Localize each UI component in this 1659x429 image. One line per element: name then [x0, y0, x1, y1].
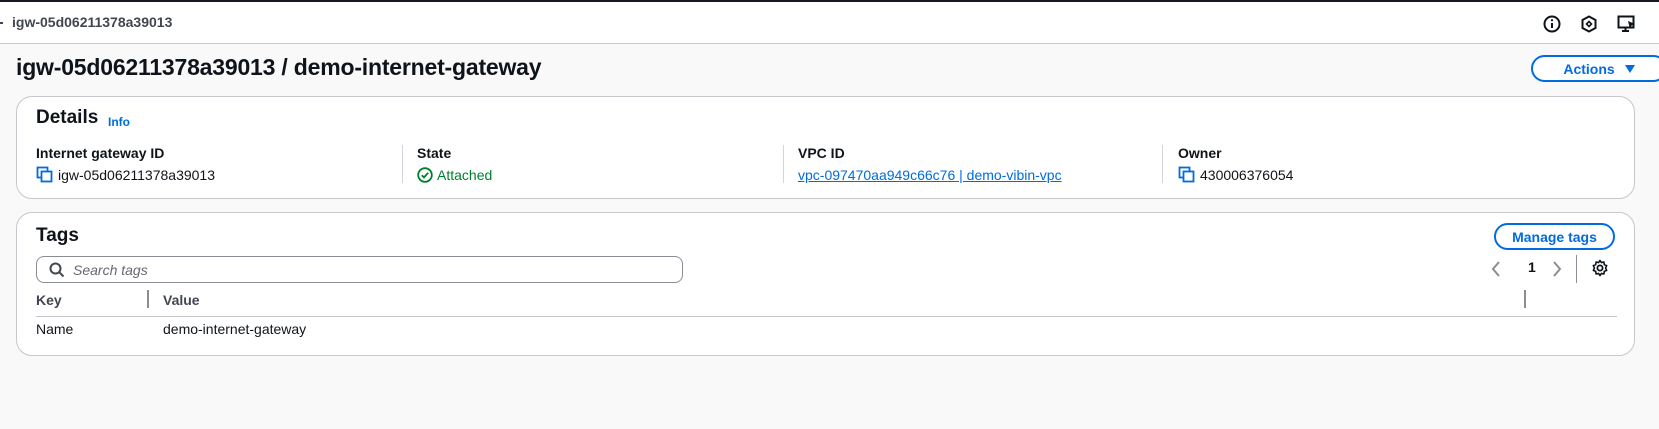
caret-down-icon [1624, 64, 1635, 73]
details-title: Details [36, 107, 99, 128]
security-shield-icon[interactable] [1579, 14, 1599, 34]
state-field: State Attached [417, 145, 492, 185]
state-label: State [417, 145, 452, 161]
vpc-id-link[interactable]: vpc-097470aa949c66c76 | demo-vibin-vpc [798, 167, 1062, 183]
column-resize-handle[interactable] [147, 290, 149, 308]
column-header-key[interactable]: Key [36, 292, 62, 308]
table-header-divider [36, 316, 1617, 317]
info-circle-icon[interactable] [1542, 14, 1562, 34]
state-value: Attached [437, 167, 493, 183]
owner-field: Owner 430006376054 [1178, 145, 1293, 185]
details-panel: Details Info Internet gateway ID igw-05d… [16, 96, 1635, 199]
vpc-id-label: VPC ID [798, 145, 845, 161]
manage-tags-button[interactable]: Manage tags [1494, 223, 1615, 250]
pager-divider [1576, 255, 1577, 283]
feedback-icon[interactable] [1617, 14, 1637, 34]
page-title: igw-05d06211378a39013 / demo-internet-ga… [16, 54, 542, 80]
search-tags-input[interactable] [73, 261, 633, 278]
actions-button[interactable]: Actions [1531, 55, 1659, 82]
tags-title: Tags [36, 225, 79, 246]
page-number[interactable]: 1 [1528, 259, 1536, 275]
breadcrumb-marker [0, 22, 3, 24]
column-divider [783, 145, 784, 183]
chevron-left-icon[interactable] [1490, 259, 1502, 279]
gateway-id-label: Internet gateway ID [36, 145, 165, 161]
column-divider [1162, 145, 1163, 183]
details-info-link[interactable]: Info [108, 115, 130, 129]
column-divider [402, 145, 403, 183]
gateway-id-field: Internet gateway ID igw-05d06211378a3901… [36, 145, 215, 185]
owner-value: 430006376054 [1200, 167, 1294, 183]
column-resize-handle[interactable] [1524, 290, 1526, 308]
chevron-right-icon[interactable] [1551, 259, 1563, 279]
copy-icon[interactable] [36, 166, 54, 184]
column-header-value[interactable]: Value [163, 292, 200, 308]
tag-key-cell: Name [36, 321, 74, 337]
check-circle-icon [417, 167, 433, 183]
tags-panel: Tags Manage tags 1 Key Value Name demo-i… [16, 212, 1635, 356]
tag-value-cell: demo-internet-gateway [163, 321, 307, 337]
copy-icon[interactable] [1178, 166, 1196, 184]
vpc-id-field: VPC ID vpc-097470aa949c66c76 | demo-vibi… [798, 145, 1062, 185]
search-tags-field[interactable] [36, 256, 683, 283]
top-bar: igw-05d06211378a39013 [0, 2, 1659, 44]
gear-icon[interactable] [1591, 259, 1609, 277]
breadcrumb[interactable]: igw-05d06211378a39013 [12, 14, 172, 30]
actions-button-label: Actions [1563, 60, 1615, 77]
search-icon [49, 262, 65, 278]
owner-label: Owner [1178, 145, 1222, 161]
gateway-id-value: igw-05d06211378a39013 [58, 167, 215, 183]
